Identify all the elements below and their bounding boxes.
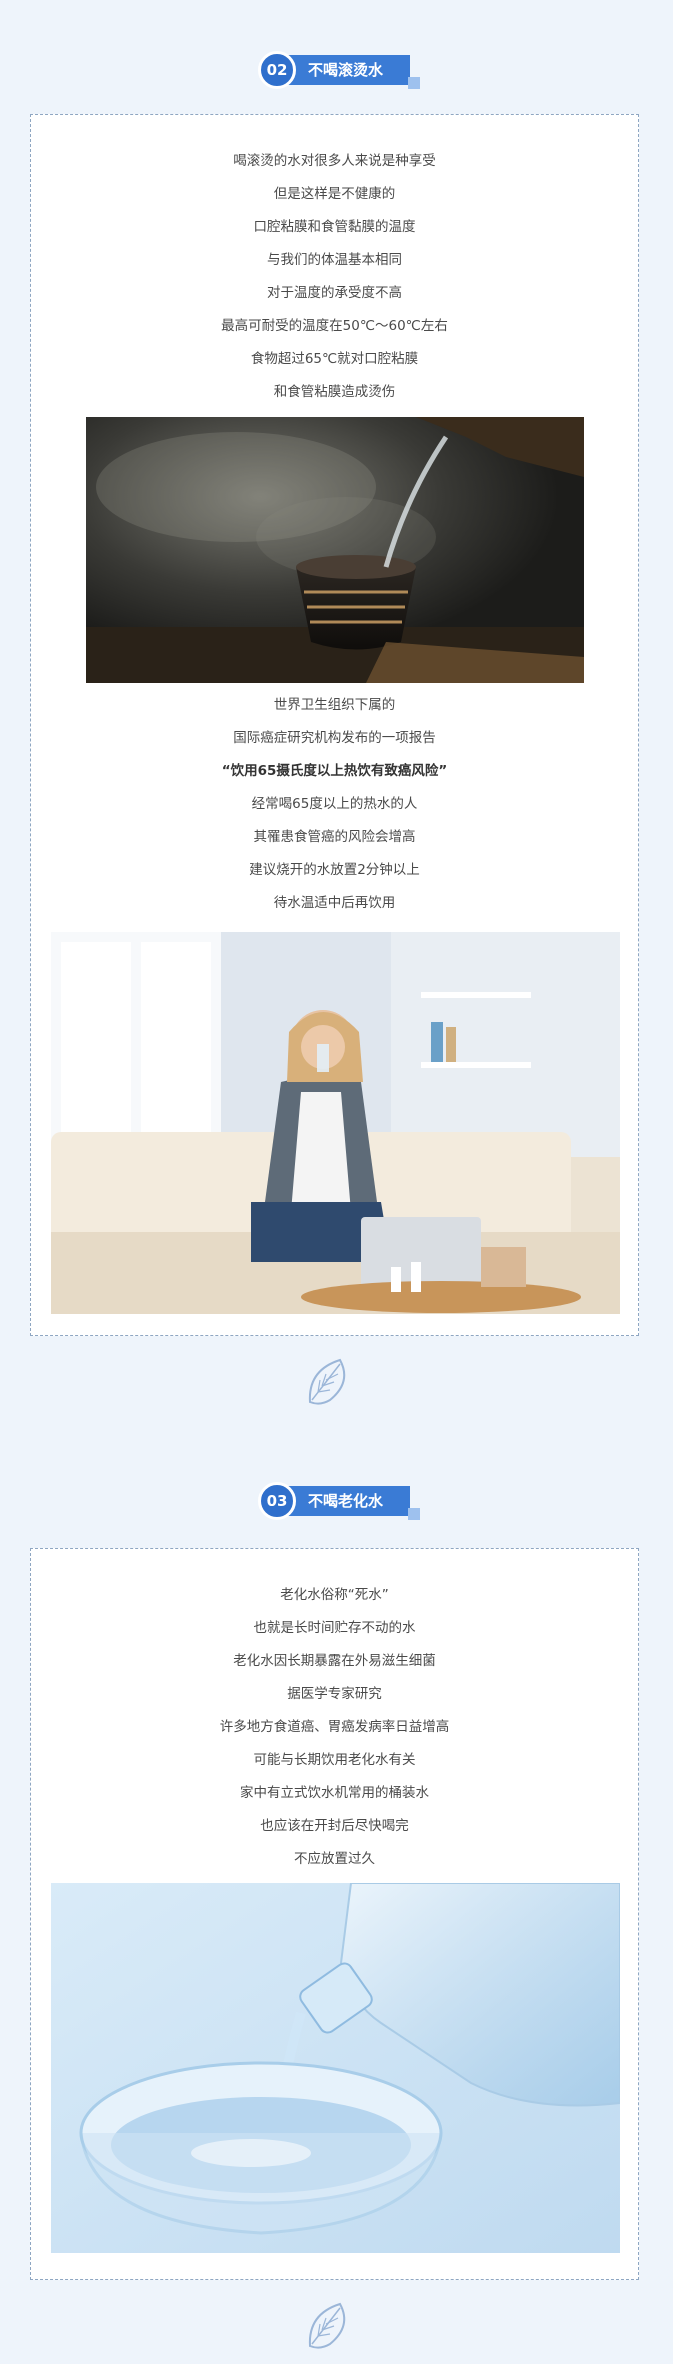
text-line: 世界卫生组织下属的 [273, 697, 396, 713]
text-line: 不应放置过久 [294, 1851, 375, 1867]
paragraph-who-report: 世界卫生组织下属的 国际癌症研究机构发布的一项报告 “饮用65摄氏度以上热饮有致… [31, 689, 638, 920]
text-line: 待水温适中后再饮用 [273, 895, 396, 911]
text-line: 喝滚烫的水对很多人来说是种享受 [233, 153, 436, 169]
text-line: 但是这样是不健康的 [273, 186, 396, 202]
text-line: 据医学专家研究 [287, 1686, 382, 1702]
paragraph-intro: 喝滚烫的水对很多人来说是种享受 但是这样是不健康的 口腔粘膜和食管黏膜的温度 与… [31, 145, 638, 409]
text-line: 家中有立式饮水机常用的桶装水 [240, 1785, 429, 1801]
paragraph-aged-water: 老化水俗称“死水” 也就是长时间贮存不动的水 老化水因长期暴露在外易滋生细菌 据… [31, 1579, 638, 1876]
woman-drinking-water-photo [51, 932, 620, 1314]
text-line: 也应该在开封后尽快喝完 [260, 1818, 409, 1834]
text-line: 许多地方食道癌、胃癌发病率日益增高 [219, 1719, 450, 1735]
leaf-icon [300, 2296, 360, 2356]
section-card-03: 老化水俗称“死水” 也就是长时间贮存不动的水 老化水因长期暴露在外易滋生细菌 据… [30, 1548, 639, 2280]
section-header-03: 不喝老化水 03 [0, 1478, 673, 1522]
text-line: 经常喝65度以上的热水的人 [251, 796, 418, 812]
section-card-02: 喝滚烫的水对很多人来说是种享受 但是这样是不健康的 口腔粘膜和食管黏膜的温度 与… [30, 114, 639, 1336]
badge-accent-square [408, 1508, 420, 1520]
section-title-label: 不喝滚烫水 [280, 55, 410, 85]
pouring-water-photo [51, 1883, 620, 2253]
text-line: 也就是长时间贮存不动的水 [253, 1620, 416, 1636]
text-line: 建议烧开的水放置2分钟以上 [249, 862, 420, 878]
text-line: 口腔粘膜和食管黏膜的温度 [253, 219, 416, 235]
text-line: 老化水俗称“死水” [280, 1587, 389, 1603]
hot-tea-photo [86, 417, 584, 683]
text-line: 与我们的体温基本相同 [267, 252, 402, 268]
text-line: 和食管粘膜造成烫伤 [273, 384, 396, 400]
text-line: 老化水因长期暴露在外易滋生细菌 [233, 1653, 436, 1669]
text-line: 其罹患食管癌的风险会增高 [253, 829, 416, 845]
text-line: 可能与长期饮用老化水有关 [253, 1752, 416, 1768]
text-line: 最高可耐受的温度在50℃～60℃左右 [221, 318, 448, 334]
section-title-label: 不喝老化水 [280, 1486, 410, 1516]
section-number-badge: 02 [258, 51, 296, 89]
leaf-icon [300, 1352, 360, 1412]
section-number-badge: 03 [258, 1482, 296, 1520]
text-line: 对于温度的承受度不高 [267, 285, 402, 301]
text-line: 国际癌症研究机构发布的一项报告 [233, 730, 436, 746]
text-line: 食物超过65℃就对口腔粘膜 [250, 351, 419, 367]
highlight-line: “饮用65摄氏度以上热饮有致癌风险” [221, 763, 448, 779]
badge-accent-square [408, 77, 420, 89]
section-header-02: 不喝滚烫水 02 [0, 47, 673, 91]
